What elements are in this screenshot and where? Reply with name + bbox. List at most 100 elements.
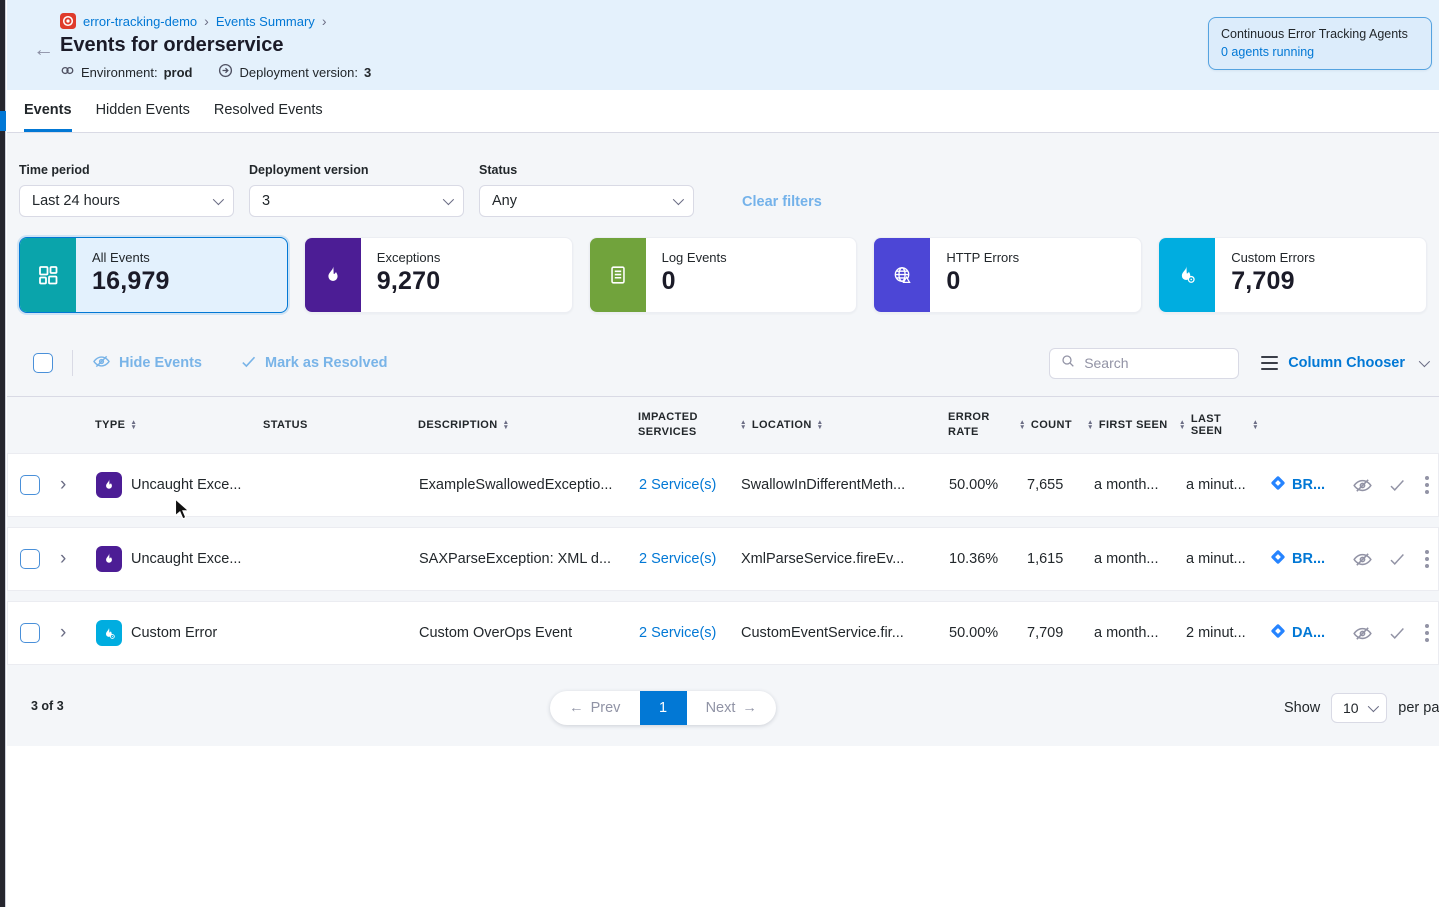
ticket-link[interactable]: DA...: [1260, 623, 1346, 643]
current-page-button[interactable]: 1: [640, 691, 687, 725]
first-seen: a month...: [1082, 477, 1174, 493]
ticket-link[interactable]: BR...: [1260, 549, 1346, 569]
search-input[interactable]: [1084, 355, 1214, 371]
event-count: 1,615: [1012, 551, 1082, 567]
back-arrow-icon[interactable]: ←: [33, 38, 54, 62]
column-header-description[interactable]: DESCRIPTION ▲▼: [408, 419, 620, 431]
chevron-down-icon[interactable]: [1419, 356, 1430, 367]
column-header-location[interactable]: ▲▼ LOCATION ▲▼: [730, 419, 926, 431]
sort-icon[interactable]: ▲▼: [130, 420, 137, 430]
breadcrumb-project-link[interactable]: error-tracking-demo: [83, 14, 197, 29]
impacted-services-link[interactable]: 2 Service(s): [621, 551, 731, 567]
stat-card-custom-errors[interactable]: Custom Errors 7,709: [1158, 237, 1427, 313]
agents-status-card[interactable]: Continuous Error Tracking Agents 0 agent…: [1208, 17, 1432, 70]
environment-value: prod: [164, 65, 193, 80]
resolve-check-icon[interactable]: [1388, 550, 1406, 568]
flame-gear-icon: [1159, 238, 1215, 312]
last-seen: a minut...: [1174, 477, 1260, 493]
table-row[interactable]: › Custom Error Custom OverOps Event 2 Se…: [7, 601, 1439, 665]
event-location: XmlParseService.fireEv...: [731, 551, 927, 567]
first-seen: a month...: [1082, 625, 1174, 641]
event-type: Custom Error: [131, 625, 217, 641]
deployment-icon: [218, 63, 233, 81]
last-seen: 2 minut...: [1174, 625, 1260, 641]
mark-resolved-button[interactable]: Mark as Resolved: [240, 353, 388, 374]
deployment-version-select[interactable]: 3: [249, 185, 464, 217]
hide-events-label: Hide Events: [119, 355, 202, 371]
column-header-count[interactable]: ▲▼ COUNT: [1011, 419, 1081, 431]
sort-icon[interactable]: ▲▼: [503, 420, 510, 430]
stat-card-all-events[interactable]: All Events 16,979: [19, 237, 288, 313]
time-period-select[interactable]: Last 24 hours: [19, 185, 234, 217]
stat-card-label: All Events: [92, 250, 170, 265]
stat-card-log-events[interactable]: Log Events 0: [589, 237, 858, 313]
resolve-check-icon[interactable]: [1388, 476, 1406, 494]
ticket-link[interactable]: BR...: [1260, 475, 1346, 495]
row-expander-chevron-icon[interactable]: ›: [52, 622, 86, 644]
column-header-status: STATUS: [253, 419, 408, 431]
column-chooser-button[interactable]: Column Chooser: [1288, 355, 1405, 371]
page-size-select[interactable]: 10: [1331, 693, 1387, 723]
tab-hidden-events[interactable]: Hidden Events: [96, 90, 190, 132]
column-header-type[interactable]: TYPE ▲▼: [85, 419, 253, 431]
deployment-version-label: Deployment version: [249, 163, 464, 177]
event-type: Uncaught Exce...: [131, 551, 241, 567]
time-period-label: Time period: [19, 163, 234, 177]
sort-icon[interactable]: ▲▼: [1087, 420, 1094, 430]
flame-gear-icon: [96, 620, 122, 646]
tab-events[interactable]: Events: [24, 90, 72, 132]
hide-event-icon[interactable]: [1352, 623, 1373, 644]
table-row[interactable]: › Uncaught Exce... SAXParseException: XM…: [7, 527, 1439, 591]
table-row[interactable]: › Uncaught Exce... ExampleSwallowedExcep…: [7, 453, 1439, 517]
sort-icon[interactable]: ▲▼: [740, 420, 747, 430]
hide-event-icon[interactable]: [1352, 475, 1373, 496]
row-expander-chevron-icon[interactable]: ›: [52, 548, 86, 570]
row-expander-chevron-icon[interactable]: ›: [52, 474, 86, 496]
check-icon: [240, 353, 257, 374]
grid-icon: [20, 238, 76, 312]
row-checkbox[interactable]: [20, 549, 40, 569]
page-size-group: Show 10 per page: [1284, 693, 1439, 723]
pagination-footer: 3 of 3 ← Prev 1 Next → Show 10 per page: [7, 691, 1439, 731]
row-menu-icon[interactable]: [1421, 624, 1433, 642]
tab-bar: Events Hidden Events Resolved Events: [7, 90, 1439, 133]
breadcrumb-section-link[interactable]: Events Summary: [216, 14, 315, 29]
row-menu-icon[interactable]: [1421, 476, 1433, 494]
hide-event-icon[interactable]: [1352, 549, 1373, 570]
hide-events-button[interactable]: Hide Events: [92, 352, 202, 375]
error-rate: 50.00%: [927, 477, 1012, 493]
clear-filters-button[interactable]: Clear filters: [742, 194, 822, 210]
chevron-down-icon: [213, 194, 224, 205]
column-header-first-seen[interactable]: ▲▼ FIRST SEEN: [1081, 419, 1173, 431]
stat-card-http-errors[interactable]: HTTP Errors 0: [873, 237, 1142, 313]
prev-page-button[interactable]: ← Prev: [550, 691, 640, 725]
stat-card-label: Exceptions: [377, 250, 441, 265]
sort-icon[interactable]: ▲▼: [1019, 420, 1026, 430]
agents-running-link[interactable]: 0 agents running: [1221, 44, 1419, 60]
tab-resolved-events[interactable]: Resolved Events: [214, 90, 323, 132]
mark-resolved-label: Mark as Resolved: [265, 355, 388, 371]
resolve-check-icon[interactable]: [1388, 624, 1406, 642]
environment-label: Environment:: [81, 65, 158, 80]
column-header-last-seen[interactable]: ▲▼ LAST SEEN ▲▼: [1173, 413, 1259, 437]
next-page-button[interactable]: Next →: [687, 691, 777, 725]
column-chooser-icon[interactable]: [1261, 356, 1278, 371]
impacted-services-link[interactable]: 2 Service(s): [621, 477, 731, 493]
filters-row: Time period Last 24 hours Deployment ver…: [7, 133, 1439, 217]
environment-icon: [60, 63, 75, 81]
collapsed-nav-strip: [0, 0, 6, 907]
events-table: TYPE ▲▼ STATUS DESCRIPTION ▲▼ IMPACTED S…: [7, 396, 1439, 665]
sort-icon[interactable]: ▲▼: [1179, 420, 1186, 430]
sort-icon[interactable]: ▲▼: [1252, 420, 1259, 430]
event-description: Custom OverOps Event: [409, 625, 621, 641]
sort-icon[interactable]: ▲▼: [817, 420, 824, 430]
row-checkbox[interactable]: [20, 623, 40, 643]
status-select[interactable]: Any: [479, 185, 694, 217]
stat-card-exceptions[interactable]: Exceptions 9,270: [304, 237, 573, 313]
row-menu-icon[interactable]: [1421, 550, 1433, 568]
impacted-services-link[interactable]: 2 Service(s): [621, 625, 731, 641]
select-all-checkbox[interactable]: [33, 353, 53, 373]
row-checkbox[interactable]: [20, 475, 40, 495]
nav-accent-segment: [0, 111, 6, 131]
error-rate: 50.00%: [927, 625, 1012, 641]
